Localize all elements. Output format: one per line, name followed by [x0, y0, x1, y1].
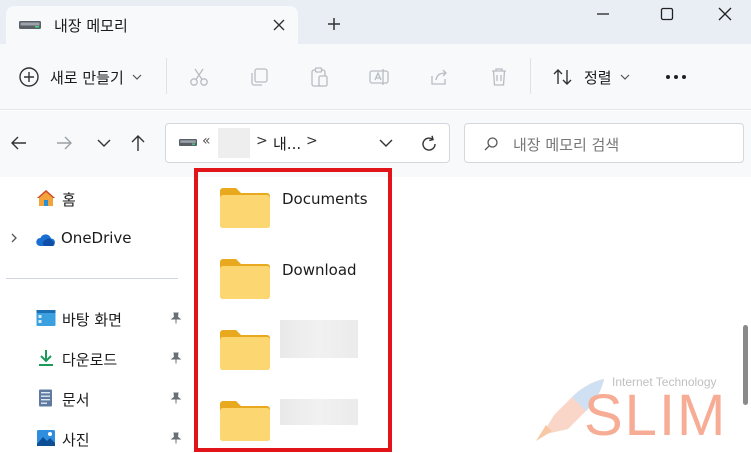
home-icon — [37, 190, 55, 206]
pin-icon[interactable] — [170, 312, 182, 324]
sidebar-item-label: 다운로드 — [62, 351, 118, 369]
new-tab-button[interactable] — [322, 12, 346, 36]
recent-locations-chevron-icon[interactable] — [94, 133, 114, 153]
search-icon — [484, 137, 498, 151]
sidebar-item-downloads[interactable]: 다운로드 — [0, 343, 190, 373]
sidebar-item-label: 문서 — [62, 391, 90, 409]
pin-icon[interactable] — [170, 392, 182, 404]
drive-icon — [19, 21, 41, 29]
minimize-button[interactable] — [580, 0, 626, 28]
search-placeholder: 내장 메모리 검색 — [513, 136, 620, 154]
up-arrow-icon[interactable] — [128, 133, 148, 153]
rename-icon[interactable] — [368, 66, 390, 88]
overflow-chevron[interactable]: « — [202, 133, 211, 149]
watermark: Internet Technology SLIM — [530, 365, 745, 445]
minimize-icon — [597, 13, 609, 15]
sidebar-item-desktop[interactable]: 바탕 화면 — [0, 303, 190, 333]
sidebar-item-home[interactable]: 홈 — [0, 183, 190, 213]
tab-title: 내장 메모리 — [54, 16, 128, 35]
watermark-brand: SLIM — [584, 383, 728, 448]
document-icon — [39, 389, 52, 407]
sidebar-item-label: 바탕 화면 — [62, 311, 122, 329]
more-options-icon[interactable] — [664, 70, 690, 84]
sidebar-divider — [6, 278, 178, 279]
copy-icon[interactable] — [248, 66, 270, 88]
maximize-button[interactable] — [644, 0, 690, 28]
add-circle-icon — [19, 67, 39, 87]
new-button[interactable]: 새로 만들기 — [18, 64, 142, 90]
pictures-icon — [37, 430, 55, 446]
address-bar[interactable]: « > 내... > — [165, 123, 450, 163]
close-tab-icon[interactable] — [270, 16, 288, 34]
sidebar-item-pictures[interactable]: 사진 — [0, 423, 190, 453]
refresh-icon[interactable] — [419, 134, 439, 154]
toolbar-divider — [530, 58, 531, 94]
sidebar-item-documents[interactable]: 문서 — [0, 383, 190, 413]
drive-icon — [179, 139, 197, 146]
sidebar-item-label: OneDrive — [61, 229, 132, 247]
sort-button[interactable]: 정렬 — [552, 64, 630, 90]
paste-icon[interactable] — [308, 66, 330, 88]
forward-arrow-icon[interactable] — [54, 133, 74, 153]
pin-icon[interactable] — [170, 432, 182, 444]
plus-icon — [328, 18, 340, 30]
redacted-crumb — [218, 128, 250, 158]
breadcrumb-current[interactable]: 내... — [273, 133, 301, 154]
download-icon — [39, 350, 53, 366]
chevron-right-icon[interactable] — [9, 232, 19, 244]
share-icon[interactable] — [428, 66, 450, 88]
command-bar: 새로 만들기 정렬 — [0, 44, 751, 110]
new-button-label: 새로 만들기 — [50, 68, 124, 87]
close-icon — [718, 7, 732, 21]
cut-icon[interactable] — [188, 66, 210, 88]
onedrive-cloud-icon — [36, 234, 55, 246]
breadcrumb-separator[interactable]: > — [256, 133, 268, 149]
sidebar-item-label: 홈 — [62, 191, 76, 209]
chevron-down-icon — [620, 74, 630, 80]
navigation-pane: 홈 OneDrive 바탕 화면 다운로드 문서 사진 — [0, 177, 190, 453]
address-dropdown-icon[interactable] — [378, 136, 394, 150]
maximize-icon — [660, 7, 674, 21]
desktop-icon — [36, 310, 56, 326]
tab-internal-storage[interactable]: 내장 메모리 — [6, 6, 298, 44]
sort-button-label: 정렬 — [584, 68, 612, 87]
back-arrow-icon[interactable] — [9, 133, 29, 153]
pin-icon[interactable] — [170, 352, 182, 364]
close-window-button[interactable] — [702, 0, 748, 28]
sort-icon — [553, 69, 572, 85]
sidebar-item-onedrive[interactable]: OneDrive — [0, 223, 190, 253]
delete-icon[interactable] — [488, 66, 510, 88]
red-highlight-box — [194, 168, 392, 452]
search-box[interactable]: 내장 메모리 검색 — [464, 123, 744, 163]
toolbar-divider — [166, 58, 167, 94]
breadcrumb-separator[interactable]: > — [306, 133, 318, 149]
sidebar-item-label: 사진 — [62, 431, 90, 449]
chevron-down-icon — [132, 74, 142, 80]
title-bar: 내장 메모리 — [0, 0, 751, 44]
